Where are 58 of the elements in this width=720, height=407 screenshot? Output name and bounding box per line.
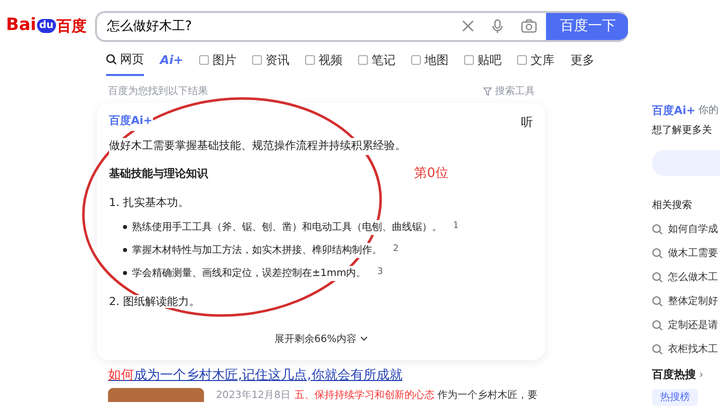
hot-list-tab[interactable]: 热搜榜 bbox=[652, 389, 698, 406]
tab[interactable]: 网页 bbox=[106, 50, 144, 76]
reference-number[interactable]: 2 bbox=[393, 243, 399, 257]
bullet-icon bbox=[123, 225, 127, 229]
expand-link[interactable]: 展开剩余66%内容 bbox=[274, 334, 368, 345]
filter-icon bbox=[483, 87, 492, 96]
search-icon bbox=[652, 272, 663, 282]
tab[interactable]: 文库 bbox=[517, 50, 554, 76]
search-icon bbox=[652, 248, 663, 258]
related-search-link[interactable]: 整体定制好 bbox=[652, 294, 720, 308]
chevron-down-icon bbox=[360, 336, 368, 342]
reference-number[interactable]: 1 bbox=[453, 220, 459, 234]
result-title-link[interactable]: 如何成为一个乡村木匠,记住这几点,你就会有所成就 bbox=[108, 366, 548, 386]
listen-button[interactable]: 听 bbox=[521, 113, 533, 131]
tab-icon bbox=[305, 55, 316, 65]
tab[interactable]: 图片 bbox=[199, 50, 236, 76]
tab[interactable]: Ai+ bbox=[160, 50, 184, 76]
search-icon bbox=[652, 224, 663, 234]
search-icon bbox=[652, 296, 663, 306]
close-icon[interactable] bbox=[462, 20, 474, 32]
reference-number[interactable]: 3 bbox=[377, 266, 383, 280]
tab-icon bbox=[464, 55, 474, 65]
tab[interactable]: 资讯 bbox=[252, 50, 290, 76]
related-title: 相关搜索 bbox=[652, 198, 693, 212]
related-search-link[interactable]: 做木工需要 bbox=[652, 246, 720, 260]
result-count-text: 百度为您找到以下结果 bbox=[108, 84, 208, 99]
ai-brand-logo: 百度Ai+ bbox=[109, 113, 153, 131]
tab-icon bbox=[517, 55, 528, 65]
tab-icon bbox=[411, 55, 422, 65]
bullet-icon bbox=[123, 271, 127, 275]
search-icon bbox=[652, 344, 663, 354]
related-search-link[interactable]: 怎么做木工 bbox=[652, 270, 720, 284]
tab-icon bbox=[358, 55, 368, 65]
search-icon bbox=[106, 54, 117, 64]
tab[interactable]: 更多 bbox=[570, 50, 594, 76]
tab[interactable]: 贴吧 bbox=[464, 50, 502, 76]
bullet-icon bbox=[123, 248, 127, 252]
ai-prompt-text: 想了解更多关 bbox=[652, 124, 713, 138]
tab-icon bbox=[199, 55, 210, 65]
ai-brand-logo: 百度Ai+ bbox=[652, 103, 696, 119]
tab[interactable]: 地图 bbox=[411, 50, 448, 76]
tab[interactable]: 视频 bbox=[305, 50, 342, 76]
search-icon bbox=[652, 320, 663, 330]
hot-search-title[interactable]: 百度热搜 bbox=[652, 366, 696, 383]
search-bar[interactable]: 怎么做好木工? 百度一下 bbox=[95, 10, 628, 42]
result-snippet: 2023年12月8日 五、保持持续学习和创新的心态 作为一个乡村木匠，要 bbox=[216, 388, 538, 402]
related-search-link[interactable]: 定制还是请 bbox=[652, 318, 720, 332]
annotation-label: 第0位 bbox=[414, 165, 448, 183]
section-heading: 基础技能与理论知识 bbox=[109, 166, 208, 182]
search-button[interactable]: 百度一下 bbox=[546, 12, 628, 40]
tab[interactable]: 笔记 bbox=[358, 50, 396, 76]
tab-icon bbox=[252, 55, 262, 65]
ai-hint-text: 你的 bbox=[698, 104, 719, 118]
chevron-right-icon[interactable]: › bbox=[699, 366, 704, 383]
microphone-icon[interactable] bbox=[492, 18, 503, 34]
camera-icon[interactable] bbox=[521, 19, 537, 33]
related-search-link[interactable]: 如何自学成 bbox=[652, 222, 720, 236]
related-search-link[interactable]: 衣柜找木工 bbox=[652, 342, 720, 356]
